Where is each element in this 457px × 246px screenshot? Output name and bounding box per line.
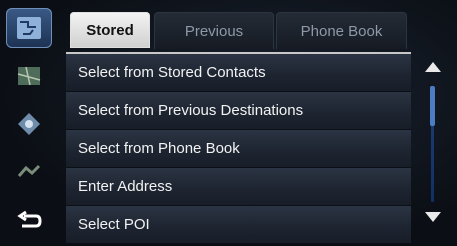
list-item-stored-contacts[interactable]: Select from Stored Contacts bbox=[66, 54, 411, 92]
rail-route-button[interactable] bbox=[6, 152, 52, 192]
rail-back-button[interactable] bbox=[6, 202, 52, 242]
list-item-select-poi[interactable]: Select POI bbox=[66, 206, 411, 244]
list-item-phone-book[interactable]: Select from Phone Book bbox=[66, 130, 411, 168]
rail-map-button[interactable] bbox=[6, 56, 52, 96]
scrollbar[interactable] bbox=[418, 52, 448, 232]
list-item-previous-destinations[interactable]: Select from Previous Destinations bbox=[66, 92, 411, 130]
destination-options-list: Select from Stored Contacts Select from … bbox=[66, 52, 411, 246]
scroll-down-icon[interactable] bbox=[425, 212, 441, 222]
rail-compass-button[interactable] bbox=[6, 104, 52, 144]
rail-destination-button[interactable] bbox=[6, 8, 52, 48]
destination-icon bbox=[17, 17, 41, 39]
list-item-enter-address[interactable]: Enter Address bbox=[66, 168, 411, 206]
back-arrow-icon bbox=[17, 210, 42, 228]
tab-previous[interactable]: Previous bbox=[154, 12, 274, 49]
side-rail bbox=[0, 8, 58, 244]
tab-stored[interactable]: Stored bbox=[70, 12, 150, 48]
tab-bar: Stored Previous Phone Book bbox=[70, 12, 407, 49]
navigation-screen: Stored Previous Phone Book Select from S… bbox=[0, 0, 457, 244]
map-pin-icon bbox=[17, 66, 41, 86]
compass-icon bbox=[18, 113, 40, 135]
scroll-thumb[interactable] bbox=[430, 86, 435, 126]
scroll-up-icon[interactable] bbox=[425, 62, 441, 72]
route-icon bbox=[17, 164, 41, 177]
tab-phone-book[interactable]: Phone Book bbox=[276, 12, 407, 49]
